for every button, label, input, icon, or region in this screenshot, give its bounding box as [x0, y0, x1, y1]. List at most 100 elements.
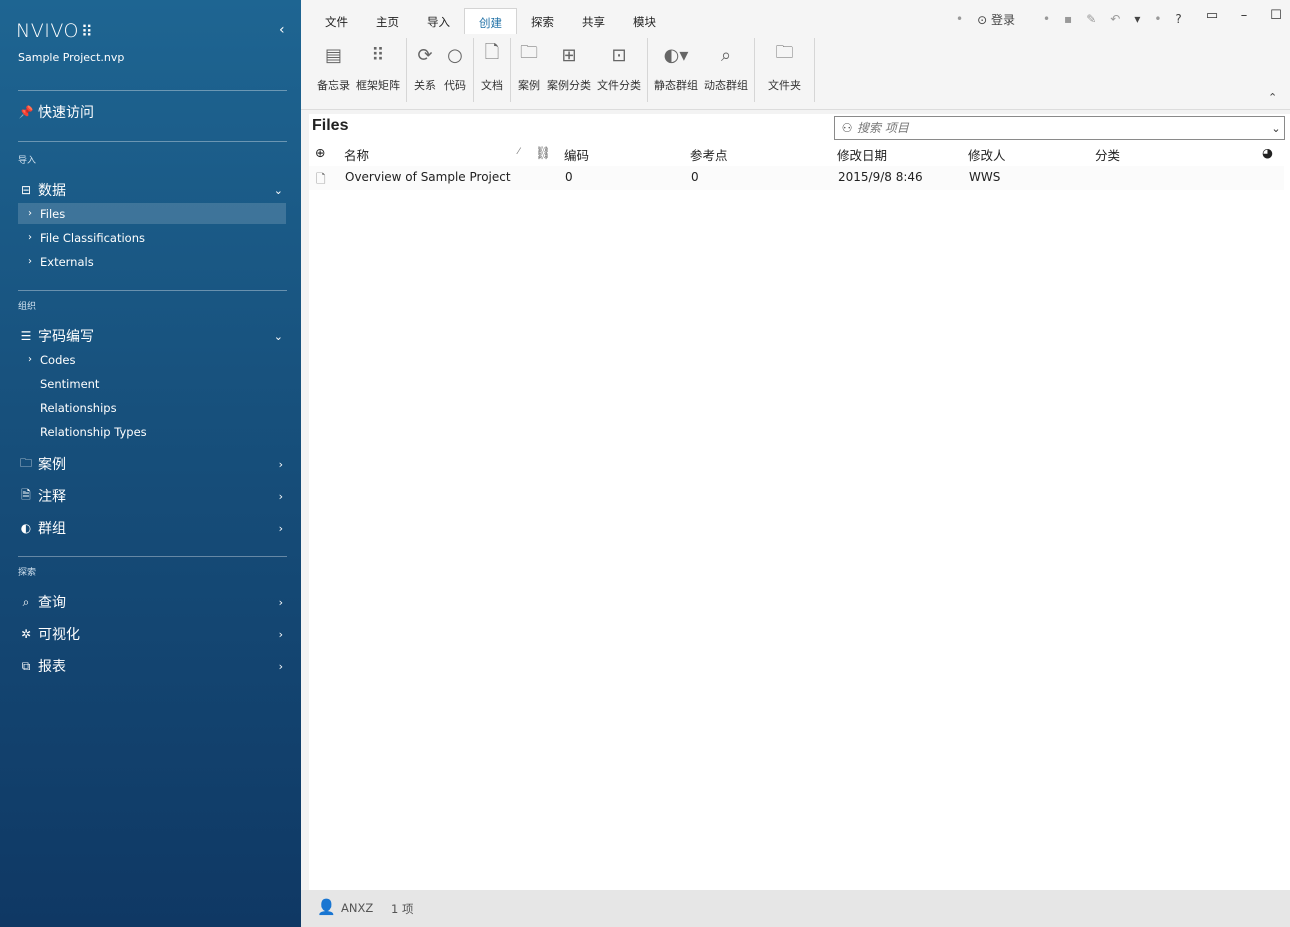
user-icon: 👤: [317, 898, 336, 916]
sidebar-item-label: File Classifications: [40, 230, 145, 245]
login-button[interactable]: ⊙ 登录: [977, 11, 1029, 28]
chevron-right-icon: ›: [278, 489, 283, 503]
tab-share[interactable]: 共享: [568, 8, 619, 34]
search-input[interactable]: [857, 121, 1268, 135]
page-title: Files: [312, 117, 349, 134]
quick-access-toolbar: • ⊙ 登录 • ▪ ✎ ↶ ▾ • ?: [956, 10, 1196, 28]
dynamic-set-label: 动态群组: [704, 79, 748, 92]
nav-notes[interactable]: 🗎 注释 ›: [18, 486, 286, 506]
collapse-sidebar-icon[interactable]: ‹: [279, 22, 285, 38]
memo-icon: ▤: [324, 44, 342, 66]
code-circle-icon: ○: [447, 44, 463, 66]
help-icon[interactable]: ?: [1175, 12, 1181, 26]
dynamic-set-button[interactable]: ⌕ 动态群组: [701, 38, 751, 102]
tab-explore[interactable]: 探索: [517, 8, 568, 34]
case-classification-button[interactable]: ⊞ 案例分类: [544, 38, 594, 102]
sidebar-item-codes[interactable]: › Codes: [18, 349, 286, 370]
column-references[interactable]: 参考点: [690, 145, 728, 164]
chevron-right-icon: ›: [278, 627, 283, 641]
sidebar-item-relationship-types[interactable]: Relationship Types: [18, 421, 286, 442]
sidebar-item-relationships[interactable]: Relationships: [18, 397, 286, 418]
static-set-label: 静态群组: [654, 79, 698, 92]
case-classification-icon: ⊞: [561, 44, 577, 66]
coding-icon: ☰: [20, 329, 32, 343]
tab-modules[interactable]: 模块: [619, 8, 670, 34]
file-classification-button[interactable]: ⊡ 文件分类: [594, 38, 644, 102]
separator-dot: •: [1154, 12, 1162, 26]
relationship-button[interactable]: ⟳ 关系: [410, 38, 440, 102]
undo-icon[interactable]: ↶: [1110, 12, 1120, 26]
file-classification-icon: ⊡: [611, 44, 627, 66]
nav-query[interactable]: ⌕ 查询 ›: [18, 592, 286, 612]
collapse-ribbon-icon[interactable]: ⌃: [1268, 91, 1277, 104]
add-column-icon[interactable]: ⊕: [315, 145, 325, 160]
nav-coding[interactable]: ☰ 字码编写 ⌄: [18, 326, 286, 346]
column-modified-by[interactable]: 修改人: [968, 145, 1006, 164]
sidebar-item-externals[interactable]: › Externals: [18, 251, 286, 272]
toolbar-group: ◐▾ 静态群组 ⌕ 动态群组: [648, 38, 755, 102]
case-button[interactable]: 🗀 案例: [514, 38, 544, 102]
chevron-down-icon: ⌄: [273, 329, 283, 343]
table-row[interactable]: 🗋 Overview of Sample Project 0 0 2015/9/…: [309, 166, 1284, 190]
feedback-icon[interactable]: ▭: [1196, 8, 1228, 23]
nav-reports-label: 报表: [38, 659, 66, 675]
code-label: 代码: [444, 79, 466, 92]
tab-create[interactable]: 创建: [464, 8, 517, 34]
toggle-icon: ◐: [20, 521, 32, 535]
quick-access-item[interactable]: 📌 快速访问: [18, 102, 286, 122]
link-icon[interactable]: ⛓: [535, 145, 551, 161]
column-codes[interactable]: 编码: [564, 145, 589, 164]
folder-button[interactable]: 🗀 文件夹: [758, 38, 811, 102]
document-button[interactable]: 🗋 文档: [477, 38, 507, 102]
edit-icon[interactable]: ✎: [1086, 12, 1096, 26]
customize-dropdown-icon[interactable]: ▾: [1134, 12, 1140, 26]
binoculars-icon: ⚇: [841, 121, 853, 135]
framework-label: 框架矩阵: [356, 79, 400, 92]
nav-data-label: 数据: [38, 183, 66, 199]
sort-indicator-icon: ⁄: [518, 147, 520, 157]
chevron-right-icon: ›: [278, 595, 283, 609]
nav-data[interactable]: ⊟ 数据 ⌄: [18, 180, 286, 200]
nav-cases[interactable]: 🗀 案例 ›: [18, 454, 286, 474]
window-controls: ▭ – ☐ ✕: [1196, 8, 1290, 23]
nav-cases-label: 案例: [38, 457, 66, 473]
column-classification[interactable]: 分类: [1095, 145, 1120, 164]
nav-visualize[interactable]: ✲ 可视化 ›: [18, 624, 286, 644]
nav-sets[interactable]: ◐ 群组 ›: [18, 518, 286, 538]
cell-name[interactable]: Overview of Sample Project: [345, 170, 511, 184]
briefcase-icon: 🗀: [520, 42, 538, 63]
section-label-import: 导入: [18, 156, 37, 166]
memo-button[interactable]: ▤ 备忘录: [314, 38, 353, 102]
nav-coding-label: 字码编写: [38, 329, 94, 345]
nav-query-label: 查询: [38, 595, 66, 611]
code-button[interactable]: ○ 代码: [440, 38, 470, 102]
sidebar-item-label: Codes: [40, 352, 76, 367]
nav-sets-label: 群组: [38, 521, 66, 537]
sidebar-item-files[interactable]: › Files: [18, 203, 286, 224]
files-list-view: Files ⚇ ⌄ ⊕ 名称 ⁄ ⛓ 编码 参考点 修改日期 修改人 分类 ◕ …: [309, 114, 1290, 890]
tab-file[interactable]: 文件: [311, 8, 362, 34]
sidebar-item-file-classifications[interactable]: › File Classifications: [18, 227, 286, 248]
column-name[interactable]: 名称: [344, 145, 369, 164]
column-modified-on[interactable]: 修改日期: [837, 145, 887, 164]
toolbar-group: 🗀 案例 ⊞ 案例分类 ⊡ 文件分类: [511, 38, 648, 102]
nav-reports[interactable]: ⧉ 报表 ›: [18, 656, 286, 676]
static-set-button[interactable]: ◐▾ 静态群组: [651, 38, 701, 102]
framework-matrix-button[interactable]: ⠿ 框架矩阵: [353, 38, 403, 102]
cell-modified-on: 2015/9/8 8:46: [838, 170, 923, 184]
case-classification-label: 案例分类: [547, 79, 591, 92]
navigation-sidebar: NVIVO ⠿ ‹ Sample Project.nvp 📌 快速访问 导入 ⊟ …: [0, 0, 301, 927]
chevron-down-icon[interactable]: ⌄: [1268, 122, 1284, 135]
case-label: 案例: [518, 79, 540, 92]
sidebar-item-sentiment[interactable]: Sentiment: [18, 373, 286, 394]
maximize-icon[interactable]: ☐: [1260, 8, 1290, 23]
tab-import[interactable]: 导入: [413, 8, 464, 34]
chevron-right-icon: ›: [278, 659, 283, 673]
minimize-icon[interactable]: –: [1228, 8, 1260, 23]
save-icon[interactable]: ▪: [1064, 12, 1072, 26]
pin-icon: 📌: [18, 105, 34, 119]
chevron-right-icon: ›: [28, 354, 32, 365]
tab-home[interactable]: 主页: [362, 8, 413, 34]
search-box[interactable]: ⚇ ⌄: [834, 116, 1285, 140]
palette-icon[interactable]: ◕: [1262, 145, 1273, 160]
